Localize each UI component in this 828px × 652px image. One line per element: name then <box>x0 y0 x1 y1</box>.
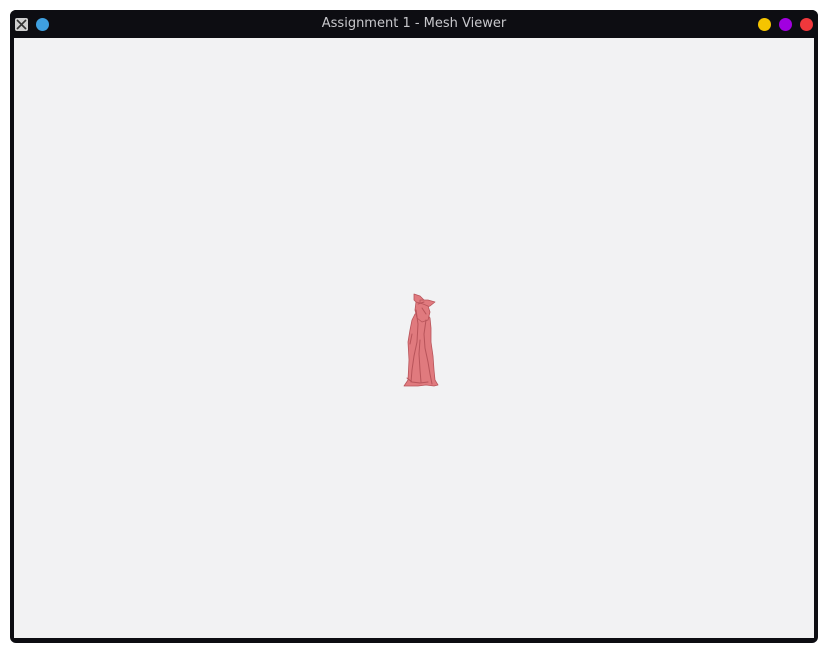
pin-button[interactable] <box>36 18 49 31</box>
close-button[interactable] <box>800 18 813 31</box>
maximize-button[interactable] <box>779 18 792 31</box>
x-window-icon[interactable] <box>15 18 28 31</box>
mesh-viewer-window: Assignment 1 - Mesh Viewer <box>10 10 818 643</box>
minimize-button[interactable] <box>758 18 771 31</box>
title-bar[interactable]: Assignment 1 - Mesh Viewer <box>10 10 818 38</box>
window-title: Assignment 1 - Mesh Viewer <box>321 16 507 31</box>
render-viewport[interactable] <box>14 38 814 638</box>
mesh-body <box>403 311 439 387</box>
bunny-mesh <box>403 293 439 387</box>
